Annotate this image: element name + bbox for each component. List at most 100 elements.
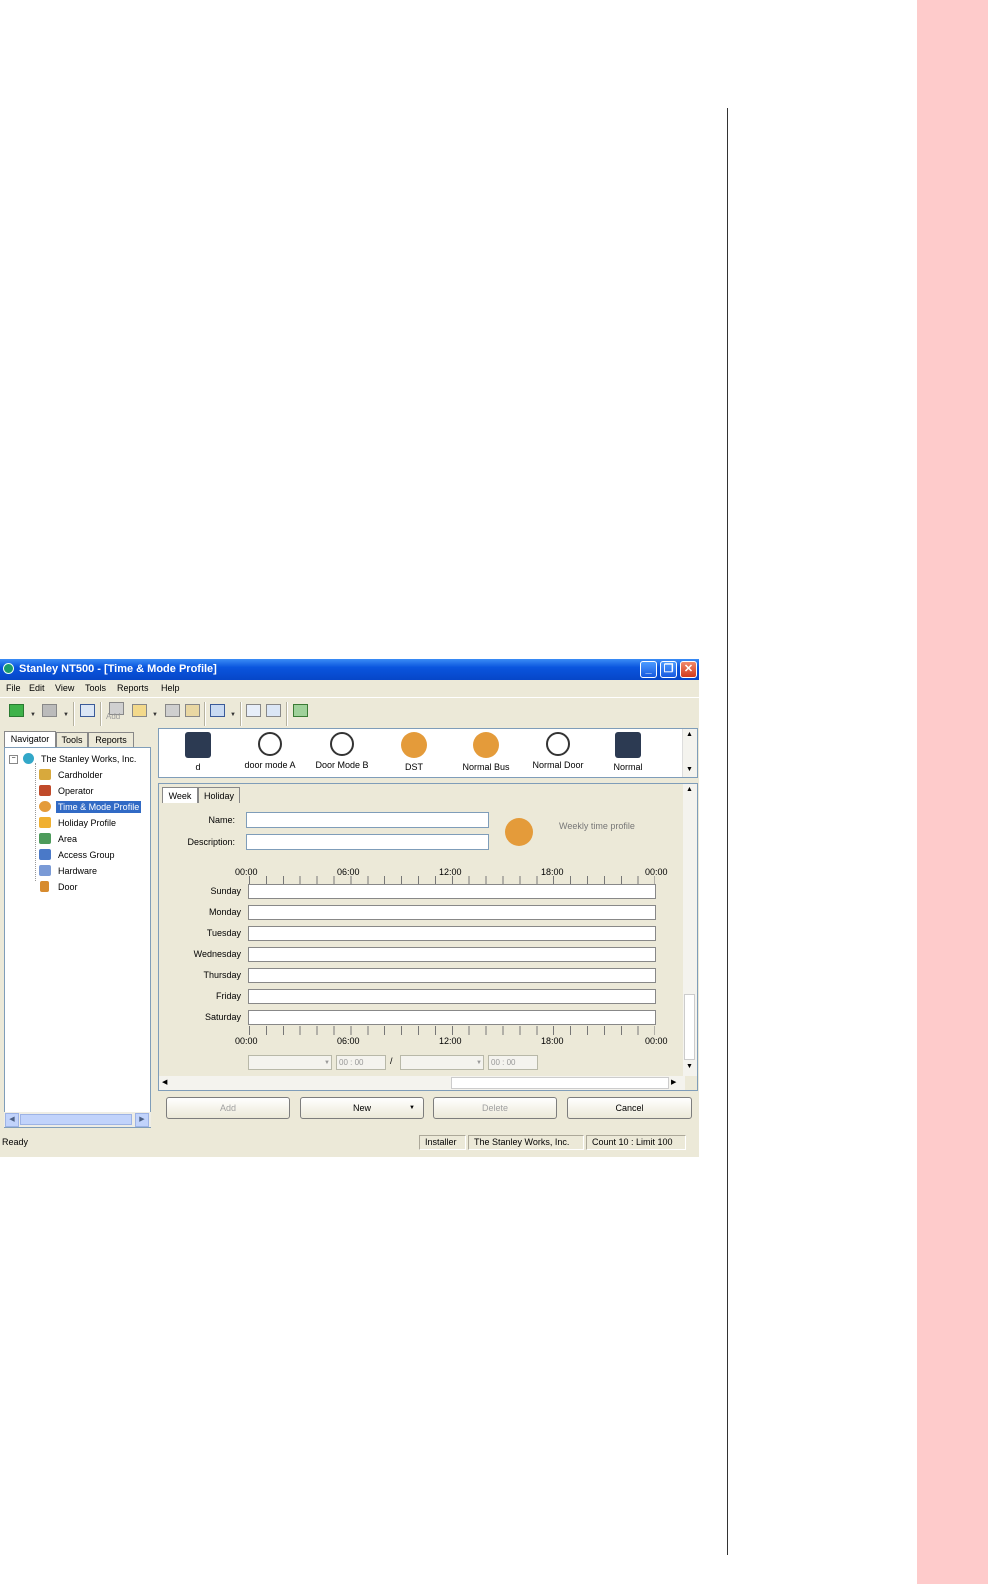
window-icon[interactable] (80, 704, 95, 717)
tab-navigator[interactable]: Navigator (4, 731, 56, 748)
menu-edit[interactable]: Edit (29, 683, 45, 693)
start-day-select[interactable]: ▼ (248, 1055, 332, 1070)
tree-item-label: Door (58, 882, 78, 892)
scroll-right-icon[interactable]: ▶ (671, 1078, 676, 1086)
clock-icon (258, 732, 282, 756)
navigator-tree: − The Stanley Works, Inc. Cardholder Ope… (4, 747, 151, 1128)
day-timeline[interactable] (248, 968, 656, 983)
status-user: Installer (419, 1135, 466, 1150)
forward-icon[interactable] (42, 704, 57, 717)
profile-type-label: Weekly time profile (559, 821, 635, 831)
time-profile-icon (505, 818, 533, 846)
forward-dropdown-icon[interactable]: ▼ (63, 712, 69, 718)
tab-holiday[interactable]: Holiday (198, 787, 240, 803)
tree-item-label: Access Group (58, 850, 115, 860)
chevron-down-icon: ▼ (324, 1060, 330, 1066)
delete-button[interactable]: Delete (433, 1097, 557, 1119)
toolbar-separator (73, 702, 75, 726)
end-time-value: 00 : 00 (491, 1058, 516, 1067)
area-icon (39, 833, 51, 844)
minimize-button[interactable]: _ (640, 661, 657, 678)
tab-week[interactable]: Week (162, 787, 198, 803)
profile-item[interactable]: d (163, 732, 233, 772)
calendar-dropdown-icon[interactable]: ▼ (230, 712, 236, 718)
form-horizontal-scrollbar[interactable]: ◀ ▶ (159, 1076, 685, 1090)
start-time-value: 00 : 00 (339, 1058, 364, 1067)
profile-list: d door mode A Door Mode B DST Normal Bus… (158, 728, 698, 778)
network-icon[interactable] (266, 704, 281, 717)
profile-list-scrollbar[interactable]: ▲ ▼ (682, 729, 697, 777)
profile-item[interactable]: Door Mode B (307, 732, 377, 770)
end-day-select[interactable]: ▼ (400, 1055, 484, 1070)
scroll-down-icon[interactable]: ▼ (686, 766, 693, 773)
access-group-icon (39, 849, 51, 860)
cancel-button[interactable]: Cancel (567, 1097, 692, 1119)
favorites-icon[interactable] (132, 704, 147, 717)
profile-label: Door Mode B (315, 760, 369, 770)
day-timeline[interactable] (248, 926, 656, 941)
profile-item[interactable]: DST (379, 732, 449, 772)
scroll-left-icon[interactable]: ◀ (162, 1078, 167, 1086)
scroll-left-icon[interactable]: ◀ (5, 1113, 19, 1127)
name-input[interactable] (246, 812, 489, 828)
scroll-thumb[interactable] (451, 1077, 669, 1089)
profile-editor: Week Holiday Name: Description: Weekly t… (158, 783, 698, 1091)
profile-item[interactable]: Normal Door (523, 732, 593, 770)
scroll-up-icon[interactable]: ▲ (686, 731, 693, 738)
scroll-thumb[interactable] (684, 994, 695, 1060)
app-icon (3, 663, 14, 674)
cardholder-icon (39, 769, 51, 780)
day-timeline[interactable] (248, 884, 656, 899)
profile-item[interactable]: Normal Bus (451, 732, 521, 772)
hardware-icon (39, 865, 51, 876)
start-time-spinner[interactable]: 00 : 00 (336, 1055, 386, 1070)
menu-view[interactable]: View (55, 683, 74, 693)
day-label: Tuesday (206, 928, 241, 938)
tab-reports[interactable]: Reports (88, 732, 134, 747)
day-timeline[interactable] (248, 1010, 656, 1025)
mode-icon (185, 732, 211, 758)
navigator-horizontal-scrollbar[interactable]: ◀ ▶ (4, 1112, 151, 1127)
title-bar[interactable]: Stanley NT500 - [Time & Mode Profile] _ … (0, 659, 699, 680)
favorites-dropdown-icon[interactable]: ▼ (152, 712, 158, 718)
refresh-icon[interactable] (293, 704, 308, 717)
scroll-down-icon[interactable]: ▼ (686, 1063, 693, 1070)
edit-icon[interactable] (185, 704, 200, 717)
clock-icon (39, 801, 51, 812)
clock-icon (330, 732, 354, 756)
profile-item[interactable]: door mode A (235, 732, 305, 770)
scroll-thumb[interactable] (20, 1114, 132, 1125)
profile-label: Normal Door (532, 760, 584, 770)
calendar-icon[interactable] (210, 704, 225, 717)
new-button[interactable]: New ▼ (300, 1097, 424, 1119)
close-button[interactable]: ✕ (680, 661, 697, 678)
menu-reports[interactable]: Reports (117, 683, 149, 693)
day-timeline[interactable] (248, 905, 656, 920)
collapse-icon[interactable]: − (9, 755, 18, 764)
menu-tools[interactable]: Tools (85, 683, 106, 693)
add-button[interactable]: Add (166, 1097, 290, 1119)
description-input[interactable] (246, 834, 489, 850)
notes-icon[interactable] (246, 704, 261, 717)
delete-icon[interactable] (165, 704, 180, 717)
tree-item-label: Cardholder (58, 770, 103, 780)
restore-button[interactable]: ❐ (660, 661, 677, 678)
day-timeline[interactable] (248, 989, 656, 1004)
menu-file[interactable]: File (6, 683, 21, 693)
day-label: Friday (215, 991, 241, 1001)
hour-label-bottom: 06:00 (337, 1036, 360, 1046)
end-time-spinner[interactable]: 00 : 00 (488, 1055, 538, 1070)
day-label: Thursday (203, 970, 241, 980)
profile-item[interactable]: Normal (593, 732, 663, 772)
back-icon[interactable] (9, 704, 24, 717)
status-company: The Stanley Works, Inc. (468, 1135, 584, 1150)
back-dropdown-icon[interactable]: ▼ (30, 712, 36, 718)
holiday-icon (39, 817, 51, 828)
menu-help[interactable]: Help (161, 683, 180, 693)
scroll-up-icon[interactable]: ▲ (686, 786, 693, 793)
tab-tools[interactable]: Tools (56, 732, 88, 747)
scroll-right-icon[interactable]: ▶ (135, 1113, 149, 1127)
form-vertical-scrollbar[interactable]: ▲ ▼ (683, 784, 697, 1076)
day-label: Saturday (204, 1012, 241, 1022)
day-timeline[interactable] (248, 947, 656, 962)
